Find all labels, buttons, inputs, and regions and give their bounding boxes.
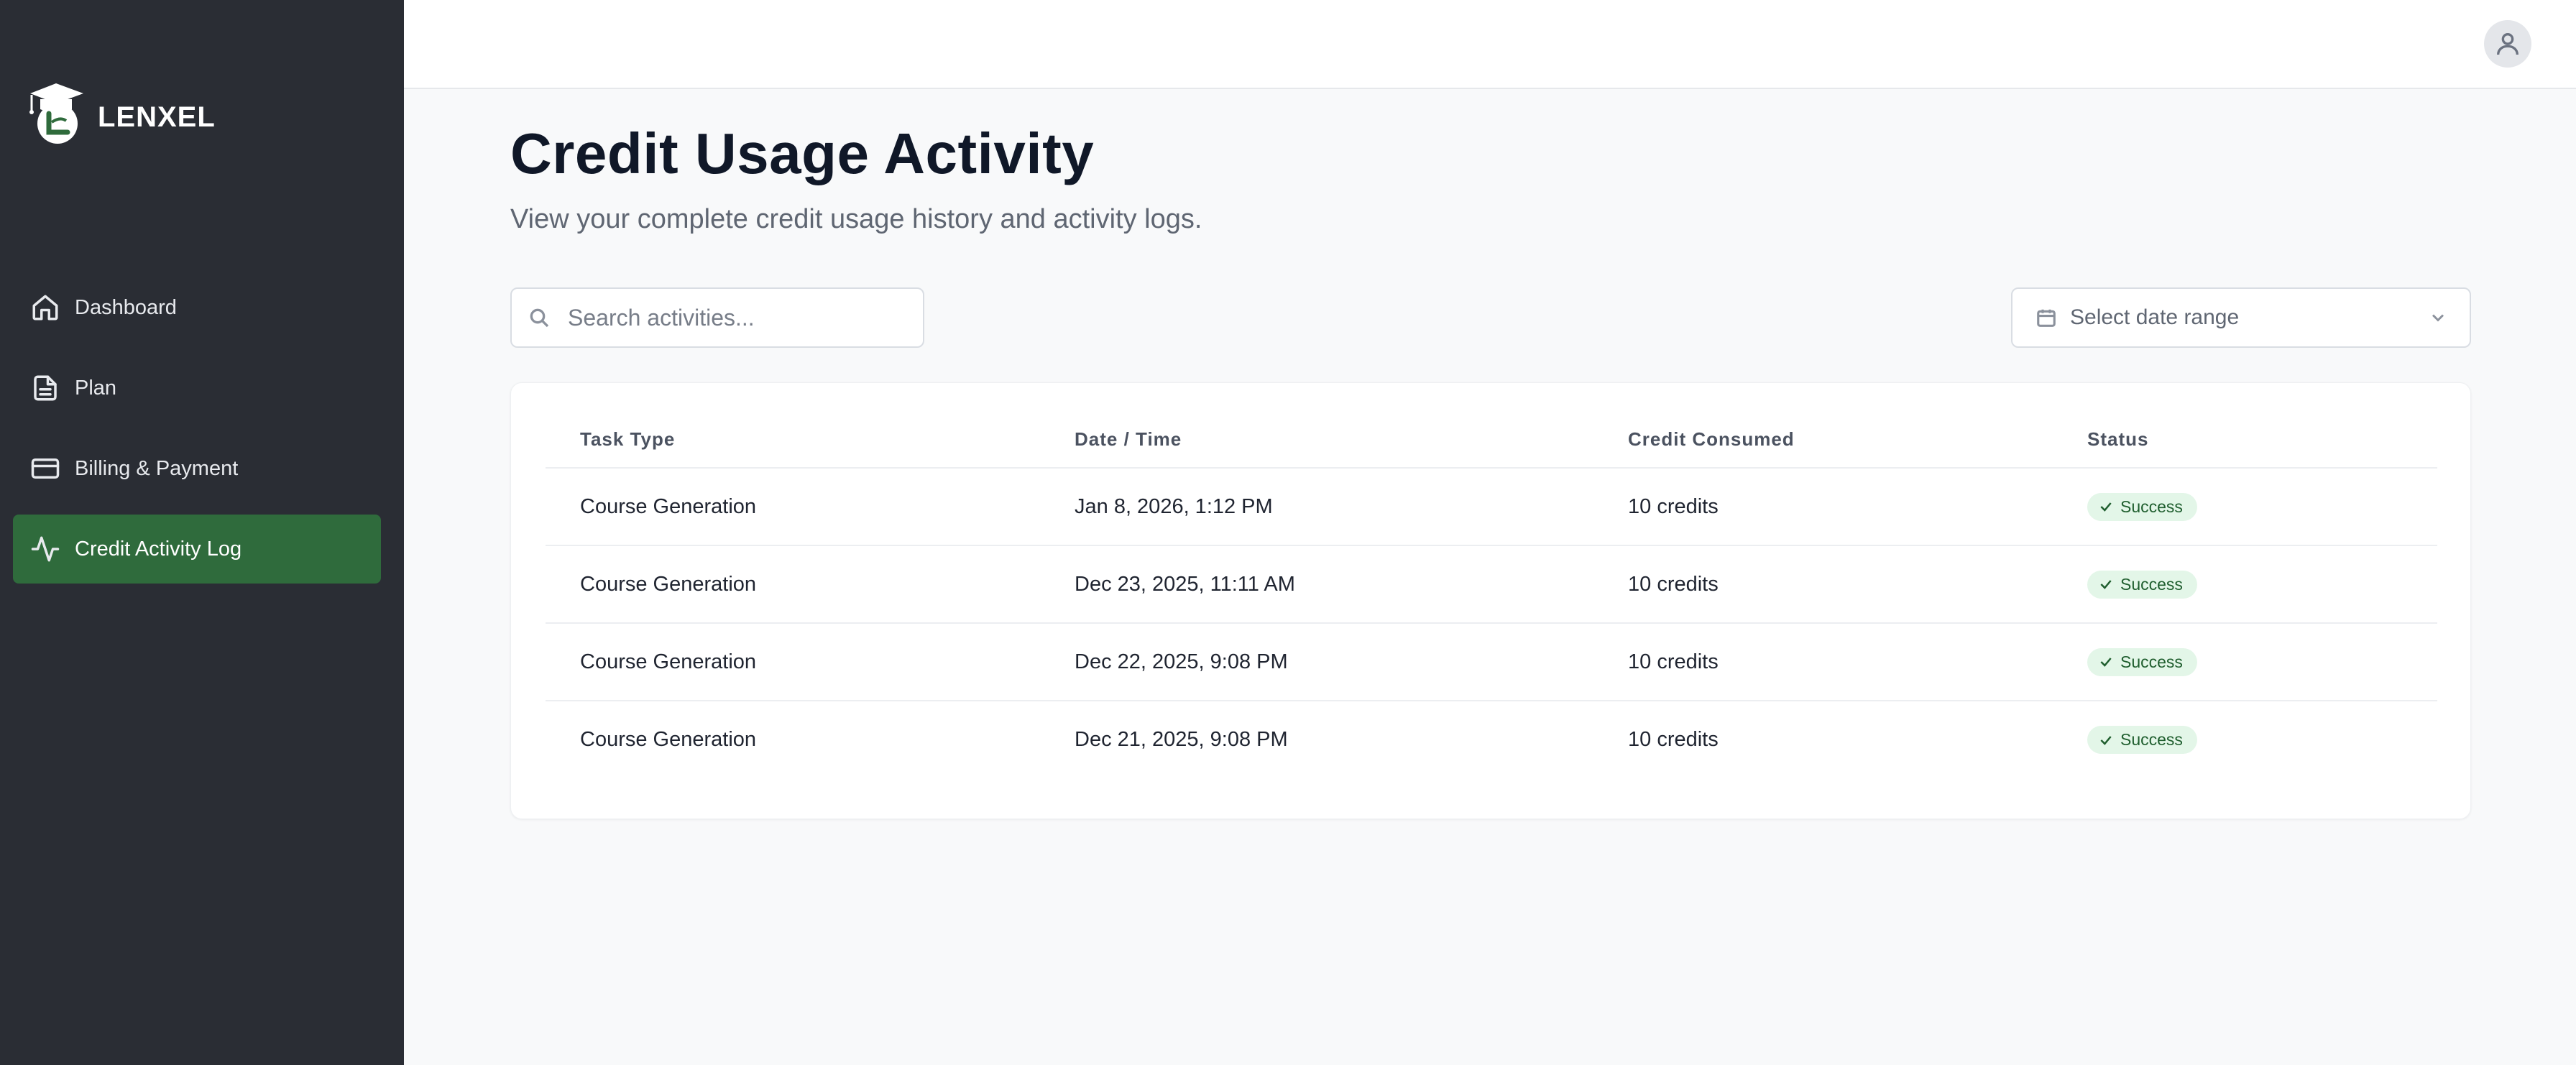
status-badge: Success [2087,726,2197,754]
date-time-cell: Dec 23, 2025, 11:11 AM [1040,545,1593,624]
task-type-cell: Course Generation [546,468,1040,546]
date-range-picker[interactable]: Select date range [2011,287,2471,348]
search-icon [530,308,549,328]
credits-cell: 10 credits [1628,728,1719,751]
sidebar: LENXEL Dashboard Plan Billing & Payment [0,0,404,1065]
brand-name: LENXEL [98,101,216,133]
table-row[interactable]: Course Generation Dec 22, 2025, 9:08 PM … [546,623,2437,701]
activity-icon [31,536,60,562]
status-label: Success [2120,574,2183,594]
activity-table: Task Type Date / Time Credit Consumed St… [546,412,2437,778]
graduation-cap-logo-icon [29,83,83,144]
date-time-cell: Dec 22, 2025, 9:08 PM [1040,623,1593,701]
credits-cell: 10 credits [1593,623,2053,701]
table-row[interactable]: Course Generation Jan 8, 2026, 1:12 PM 1… [546,468,2437,546]
column-header-date-time[interactable]: Date / Time [1040,412,1593,469]
credit-card-icon [31,458,60,479]
table-header-row: Task Type Date / Time Credit Consumed St… [546,412,2437,469]
status-cell: Success [2053,468,2437,546]
document-icon [34,375,57,401]
page-subtitle: View your complete credit usage history … [510,204,1202,234]
task-type-cell: Course Generation [546,545,1040,624]
date-time-cell: Jan 8, 2026, 1:12 PM [1040,468,1593,546]
calendar-icon [2037,309,2056,327]
brand-logo[interactable]: LENXEL [23,78,216,147]
sidebar-item-label: Plan [75,376,117,400]
credits-cell: 10 credits [1593,545,2053,624]
status-label: Success [2120,497,2183,516]
sidebar-item-label: Billing & Payment [75,456,239,480]
table-row[interactable]: Course Generation Dec 21, 2025, 9:08 PM … [546,701,2437,778]
credits-cell: 10 credits [1593,468,2053,546]
status-label: Success [2120,730,2183,749]
column-header-task-type[interactable]: Task Type [546,412,1040,469]
top-bar [404,0,2576,89]
sidebar-item-label: Dashboard [75,295,177,319]
sidebar-item-label: Credit Activity Log [75,537,242,561]
sidebar-nav: Dashboard Plan Billing & Payment Credit … [13,273,381,595]
sidebar-item-credit-activity-log[interactable]: Credit Activity Log [13,515,381,584]
search-input[interactable] [568,304,898,331]
search-box [510,287,924,348]
status-cell: Success [2053,623,2437,701]
check-icon [2100,580,2112,589]
date-range-label: Select date range [2070,305,2240,329]
status-badge: Success [2087,570,2197,599]
sidebar-item-dashboard[interactable]: Dashboard [13,273,381,342]
status-label: Success [2120,652,2183,671]
date-time-cell: Dec 21, 2025, 9:08 PM [1075,728,1288,751]
sidebar-item-billing[interactable]: Billing & Payment [13,434,381,503]
task-type-cell: Course Generation [546,623,1040,701]
chevron-down-icon [2432,314,2444,322]
user-icon [2497,33,2518,55]
status-badge: Success [2087,492,2197,521]
activity-table-card: Task Type Date / Time Credit Consumed St… [510,382,2471,819]
sidebar-item-plan[interactable]: Plan [13,354,381,423]
check-icon [2100,502,2112,512]
page-title: Credit Usage Activity [510,121,1095,185]
status-cell: Success [2053,545,2437,624]
status-badge: Success [2087,647,2197,676]
column-header-status[interactable]: Status [2053,412,2437,469]
check-icon [2100,735,2112,745]
table-row[interactable]: Course Generation Dec 23, 2025, 11:11 AM… [546,545,2437,624]
column-header-credit-consumed[interactable]: Credit Consumed [1593,412,2053,469]
status-cell: Success [2053,701,2437,778]
user-avatar-button[interactable] [2484,20,2531,68]
task-type-cell: Course Generation [580,728,757,751]
home-icon [32,295,58,321]
check-icon [2100,658,2112,667]
